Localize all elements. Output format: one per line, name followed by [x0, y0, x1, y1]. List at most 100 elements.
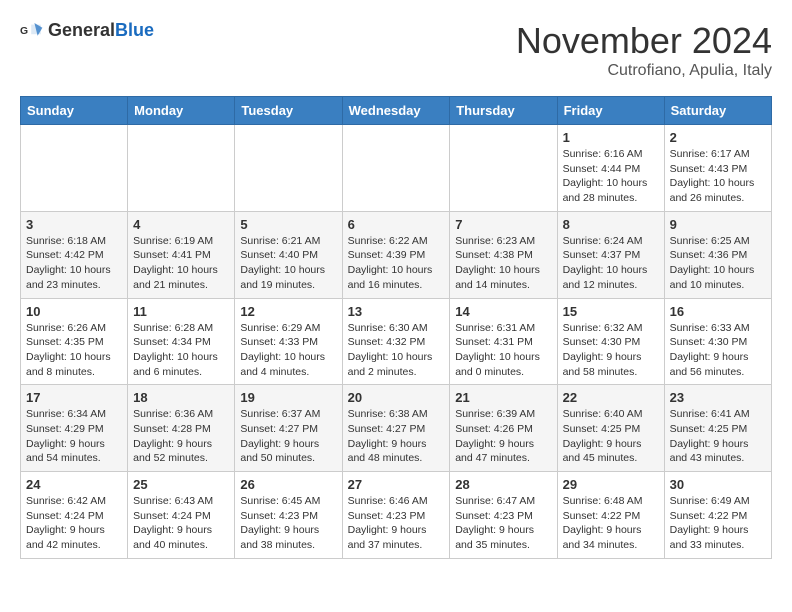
calendar-cell: 25 Sunrise: 6:43 AM Sunset: 4:24 PM Dayli… [128, 472, 235, 559]
day-number: 16 [670, 304, 766, 319]
calendar-cell: 2 Sunrise: 6:17 AM Sunset: 4:43 PM Daylig… [664, 125, 771, 212]
calendar-cell [342, 125, 450, 212]
calendar-week-row: 24Sunrise: 6:42 AM Sunset: 4:24 PM Dayli… [21, 472, 772, 559]
day-info: Sunrise: 6:47 AM Sunset: 4:23 PM Dayligh… [455, 494, 551, 553]
day-info: Sunrise: 6:33 AM Sunset: 4:30 PM Dayligh… [670, 321, 766, 380]
calendar-cell: 20Sunrise: 6:38 AM Sunset: 4:27 PM Dayli… [342, 385, 450, 472]
weekday-header: Wednesday [342, 97, 450, 125]
calendar-week-row: 3 Sunrise: 6:18 AM Sunset: 4:42 PM Daylig… [21, 211, 772, 298]
calendar-cell: 24Sunrise: 6:42 AM Sunset: 4:24 PM Dayli… [21, 472, 128, 559]
logo-blue: Blue [115, 20, 154, 40]
weekday-header: Monday [128, 97, 235, 125]
weekday-header: Thursday [450, 97, 557, 125]
day-info: Sunrise: 6:32 AM Sunset: 4:30 PM Dayligh… [563, 321, 659, 380]
day-number: 8 [563, 217, 659, 232]
day-number: 30 [670, 477, 766, 492]
day-number: 5 [240, 217, 336, 232]
day-info: Sunrise: 6:25 AM Sunset: 4:36 PM Dayligh… [670, 234, 766, 293]
weekday-header: Sunday [21, 97, 128, 125]
page-header: G GeneralBlue November 2024 Cutrofiano, … [20, 20, 772, 80]
day-number: 2 [670, 130, 766, 145]
day-info: Sunrise: 6:26 AM Sunset: 4:35 PM Dayligh… [26, 321, 122, 380]
day-info: Sunrise: 6:45 AM Sunset: 4:23 PM Dayligh… [240, 494, 336, 553]
weekday-header: Tuesday [235, 97, 342, 125]
day-number: 12 [240, 304, 336, 319]
day-info: Sunrise: 6:17 AM Sunset: 4:43 PM Dayligh… [670, 147, 766, 206]
day-info: Sunrise: 6:28 AM Sunset: 4:34 PM Dayligh… [133, 321, 229, 380]
calendar-cell: 30 Sunrise: 6:49 AM Sunset: 4:22 PM Dayli… [664, 472, 771, 559]
day-number: 1 [563, 130, 659, 145]
calendar-cell: 26 Sunrise: 6:45 AM Sunset: 4:23 PM Dayli… [235, 472, 342, 559]
calendar-cell: 5 Sunrise: 6:21 AM Sunset: 4:40 PM Daylig… [235, 211, 342, 298]
calendar-cell: 23Sunrise: 6:41 AM Sunset: 4:25 PM Dayli… [664, 385, 771, 472]
day-number: 13 [348, 304, 445, 319]
day-number: 21 [455, 390, 551, 405]
day-info: Sunrise: 6:29 AM Sunset: 4:33 PM Dayligh… [240, 321, 336, 380]
calendar-cell [235, 125, 342, 212]
day-number: 25 [133, 477, 229, 492]
day-number: 24 [26, 477, 122, 492]
calendar-cell: 3 Sunrise: 6:18 AM Sunset: 4:42 PM Daylig… [21, 211, 128, 298]
day-info: Sunrise: 6:31 AM Sunset: 4:31 PM Dayligh… [455, 321, 551, 380]
day-number: 11 [133, 304, 229, 319]
day-info: Sunrise: 6:21 AM Sunset: 4:40 PM Dayligh… [240, 234, 336, 293]
day-number: 28 [455, 477, 551, 492]
day-number: 29 [563, 477, 659, 492]
calendar-cell [450, 125, 557, 212]
day-number: 6 [348, 217, 445, 232]
calendar-cell: 1 Sunrise: 6:16 AM Sunset: 4:44 PM Daylig… [557, 125, 664, 212]
calendar-header-row: SundayMondayTuesdayWednesdayThursdayFrid… [21, 97, 772, 125]
calendar-cell: 21Sunrise: 6:39 AM Sunset: 4:26 PM Dayli… [450, 385, 557, 472]
calendar-cell: 19Sunrise: 6:37 AM Sunset: 4:27 PM Dayli… [235, 385, 342, 472]
day-number: 22 [563, 390, 659, 405]
day-info: Sunrise: 6:22 AM Sunset: 4:39 PM Dayligh… [348, 234, 445, 293]
calendar-cell: 16 Sunrise: 6:33 AM Sunset: 4:30 PM Dayli… [664, 298, 771, 385]
day-number: 27 [348, 477, 445, 492]
calendar-cell: 6 Sunrise: 6:22 AM Sunset: 4:39 PM Daylig… [342, 211, 450, 298]
calendar-cell [21, 125, 128, 212]
day-number: 14 [455, 304, 551, 319]
day-number: 9 [670, 217, 766, 232]
calendar-cell: 22 Sunrise: 6:40 AM Sunset: 4:25 PM Dayli… [557, 385, 664, 472]
calendar-cell: 10 Sunrise: 6:26 AM Sunset: 4:35 PM Dayli… [21, 298, 128, 385]
day-number: 26 [240, 477, 336, 492]
calendar-cell: 29 Sunrise: 6:48 AM Sunset: 4:22 PM Dayli… [557, 472, 664, 559]
svg-text:G: G [20, 26, 28, 37]
day-number: 19 [240, 390, 336, 405]
day-info: Sunrise: 6:43 AM Sunset: 4:24 PM Dayligh… [133, 494, 229, 553]
calendar-cell: 11 Sunrise: 6:28 AM Sunset: 4:34 PM Dayli… [128, 298, 235, 385]
calendar-cell: 8Sunrise: 6:24 AM Sunset: 4:37 PM Daylig… [557, 211, 664, 298]
day-info: Sunrise: 6:46 AM Sunset: 4:23 PM Dayligh… [348, 494, 445, 553]
day-info: Sunrise: 6:16 AM Sunset: 4:44 PM Dayligh… [563, 147, 659, 206]
weekday-header: Saturday [664, 97, 771, 125]
calendar-cell: 15 Sunrise: 6:32 AM Sunset: 4:30 PM Dayli… [557, 298, 664, 385]
calendar-cell: 18Sunrise: 6:36 AM Sunset: 4:28 PM Dayli… [128, 385, 235, 472]
day-number: 20 [348, 390, 445, 405]
day-info: Sunrise: 6:49 AM Sunset: 4:22 PM Dayligh… [670, 494, 766, 553]
day-info: Sunrise: 6:48 AM Sunset: 4:22 PM Dayligh… [563, 494, 659, 553]
calendar-cell: 7 Sunrise: 6:23 AM Sunset: 4:38 PM Daylig… [450, 211, 557, 298]
day-info: Sunrise: 6:40 AM Sunset: 4:25 PM Dayligh… [563, 407, 659, 466]
title-block: November 2024 Cutrofiano, Apulia, Italy [516, 20, 772, 80]
day-number: 4 [133, 217, 229, 232]
day-number: 7 [455, 217, 551, 232]
day-info: Sunrise: 6:18 AM Sunset: 4:42 PM Dayligh… [26, 234, 122, 293]
calendar-cell [128, 125, 235, 212]
calendar-cell: 4Sunrise: 6:19 AM Sunset: 4:41 PM Daylig… [128, 211, 235, 298]
day-number: 23 [670, 390, 766, 405]
weekday-header: Friday [557, 97, 664, 125]
day-number: 3 [26, 217, 122, 232]
day-info: Sunrise: 6:23 AM Sunset: 4:38 PM Dayligh… [455, 234, 551, 293]
calendar-table: SundayMondayTuesdayWednesdayThursdayFrid… [20, 96, 772, 559]
day-number: 10 [26, 304, 122, 319]
day-info: Sunrise: 6:30 AM Sunset: 4:32 PM Dayligh… [348, 321, 445, 380]
day-number: 18 [133, 390, 229, 405]
logo: G GeneralBlue [20, 20, 154, 41]
calendar-week-row: 1 Sunrise: 6:16 AM Sunset: 4:44 PM Daylig… [21, 125, 772, 212]
logo-general: General [48, 20, 115, 40]
calendar-cell: 12 Sunrise: 6:29 AM Sunset: 4:33 PM Dayli… [235, 298, 342, 385]
day-number: 15 [563, 304, 659, 319]
calendar-cell: 9 Sunrise: 6:25 AM Sunset: 4:36 PM Daylig… [664, 211, 771, 298]
calendar-cell: 17Sunrise: 6:34 AM Sunset: 4:29 PM Dayli… [21, 385, 128, 472]
calendar-cell: 27 Sunrise: 6:46 AM Sunset: 4:23 PM Dayli… [342, 472, 450, 559]
